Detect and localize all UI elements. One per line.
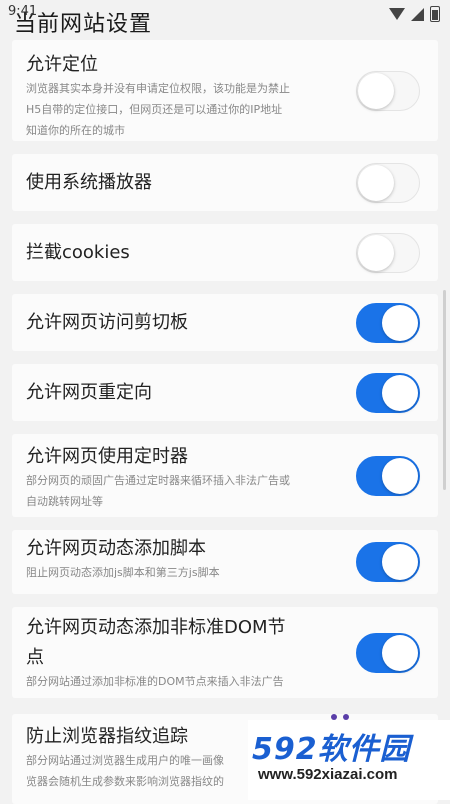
setting-timer[interactable]: 允许网页使用定时器 部分网页的顽固广告通过定时器来循环插入非法广告或 自动跳转网… xyxy=(12,434,438,517)
battery-icon xyxy=(430,6,440,22)
setting-desc: 部分网页的顽固广告通过定时器来循环插入非法广告或 自动跳转网址等 xyxy=(26,470,326,512)
setting-title: 防止浏览器指纹追踪 xyxy=(26,726,188,747)
toggle-knob xyxy=(382,635,418,671)
setting-desc: 阻止网页动态添加js脚本和第三方js脚本 xyxy=(26,562,326,583)
setting-desc: 浏览器其实本身并没有申请定位权限，该功能是为禁止 H5自带的定位接口，但网页还是… xyxy=(26,78,326,141)
setting-desc-line: H5自带的定位接口，但网页还是可以通过你的IP地址 xyxy=(26,103,283,116)
status-bar: 9:41 xyxy=(0,0,450,30)
setting-title: 允许定位 xyxy=(26,54,98,75)
toggle-knob xyxy=(358,235,394,271)
status-time: 9:41 xyxy=(8,4,38,19)
dynamic-script-toggle[interactable] xyxy=(356,542,420,582)
setting-title: 拦截cookies xyxy=(26,242,130,263)
setting-title: 允许网页动态添加脚本 xyxy=(26,538,206,559)
setting-title: 允许网页动态添加非标准DOM节 点 xyxy=(26,613,286,673)
setting-title-line: 点 xyxy=(26,647,44,668)
toggle-knob xyxy=(382,375,418,411)
block-cookies-toggle[interactable] xyxy=(356,233,420,273)
setting-title: 允许网页使用定时器 xyxy=(26,446,188,467)
status-icons xyxy=(389,6,440,22)
watermark: 592软件园 www.592xiazai.com xyxy=(248,720,450,800)
setting-title: 使用系统播放器 xyxy=(26,172,152,193)
clipboard-toggle[interactable] xyxy=(356,303,420,343)
setting-desc-line: 阻止网页动态添加js脚本和第三方js脚本 xyxy=(26,566,220,579)
system-player-toggle[interactable] xyxy=(356,163,420,203)
setting-dynamic-script[interactable]: 允许网页动态添加脚本 阻止网页动态添加js脚本和第三方js脚本 xyxy=(12,530,438,594)
wifi-icon xyxy=(389,8,405,20)
nonstandard-dom-toggle[interactable] xyxy=(356,633,420,673)
setting-title: 允许网页访问剪切板 xyxy=(26,312,188,333)
setting-desc-line: 部分网页的顽固广告通过定时器来循环插入非法广告或 xyxy=(26,474,290,487)
setting-title-line: 允许网页动态添加非标准DOM节 xyxy=(26,617,286,638)
setting-desc-line: 部分网站通过添加非标准的DOM节点来插入非法广告 xyxy=(26,675,284,688)
watermark-logo: 592软件园 xyxy=(252,732,411,767)
signal-icon xyxy=(411,7,424,21)
redirect-toggle[interactable] xyxy=(356,373,420,413)
setting-desc-line: 自动跳转网址等 xyxy=(26,495,103,508)
setting-redirect[interactable]: 允许网页重定向 xyxy=(12,364,438,421)
toggle-knob xyxy=(382,305,418,341)
toggle-knob xyxy=(382,544,418,580)
setting-desc-line: 浏览器其实本身并没有申请定位权限，该功能是为禁止 xyxy=(26,82,290,95)
setting-allow-location[interactable]: 允许定位 浏览器其实本身并没有申请定位权限，该功能是为禁止 H5自带的定位接口，… xyxy=(12,40,438,141)
setting-clipboard[interactable]: 允许网页访问剪切板 xyxy=(12,294,438,351)
allow-location-toggle[interactable] xyxy=(356,71,420,111)
setting-desc-line: 知道你的所在的城市 xyxy=(26,124,125,137)
setting-system-player[interactable]: 使用系统播放器 xyxy=(12,154,438,211)
watermark-url: www.592xiazai.com xyxy=(258,766,398,783)
setting-nonstandard-dom[interactable]: 允许网页动态添加非标准DOM节 点 部分网站通过添加非标准的DOM节点来插入非法… xyxy=(12,607,438,698)
timer-toggle[interactable] xyxy=(356,456,420,496)
setting-desc: 部分网站通过添加非标准的DOM节点来插入非法广告 xyxy=(26,671,326,692)
toggle-knob xyxy=(358,73,394,109)
scrollbar[interactable] xyxy=(443,290,446,490)
toggle-knob xyxy=(382,458,418,494)
toggle-knob xyxy=(358,165,394,201)
setting-block-cookies[interactable]: 拦截cookies xyxy=(12,224,438,281)
setting-title: 允许网页重定向 xyxy=(26,382,152,403)
